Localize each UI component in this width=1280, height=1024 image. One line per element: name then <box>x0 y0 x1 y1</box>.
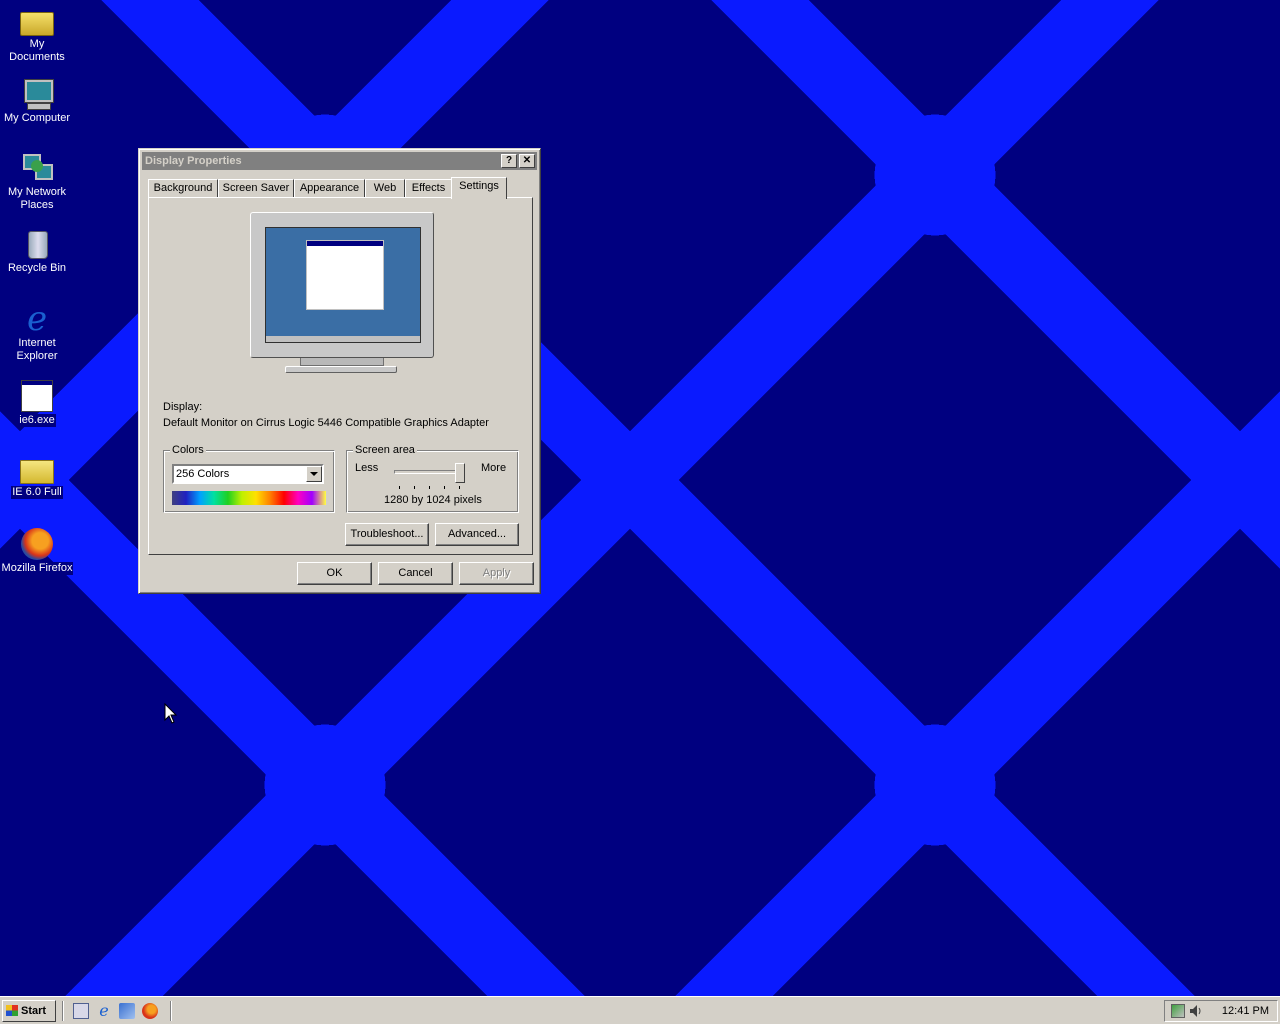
colors-group: Colors 256 Colors <box>163 443 335 513</box>
screen-area-group-label: Screen area <box>353 443 417 457</box>
tab-effects[interactable]: Effects <box>405 179 452 197</box>
start-button[interactable]: Start <box>2 1000 56 1022</box>
desktop-icon-mozilla-firefox[interactable]: Mozilla Firefox <box>0 528 74 575</box>
desktop-icon-my-computer[interactable]: My Computer <box>0 78 74 125</box>
desktop-icon-label: My Documents <box>0 38 74 64</box>
my-computer-icon <box>21 78 53 110</box>
tab-background[interactable]: Background <box>148 179 218 197</box>
desktop-icon-label: IE 6.0 Full <box>11 486 63 499</box>
taskbar-separator <box>62 1001 64 1021</box>
desktop-icon-label: My Network Places <box>6 186 68 212</box>
system-tray: 12:41 PM <box>1164 1000 1278 1022</box>
slider-less-label: Less <box>355 462 379 474</box>
tab-label: Background <box>153 182 213 194</box>
desktop-icon-my-documents[interactable]: My Documents <box>0 4 74 64</box>
display-properties-window: Display Properties ? ✕ Background Screen… <box>138 148 541 594</box>
mouse-cursor-icon <box>164 703 178 724</box>
tab-settings[interactable]: Settings <box>451 177 507 199</box>
desktop-icon-internet-explorer[interactable]: e Internet Explorer <box>0 299 74 363</box>
monitor-neck <box>300 358 384 366</box>
taskbar-separator <box>170 1001 172 1021</box>
outlook-express-icon[interactable] <box>119 1003 135 1019</box>
display-adapter-text: Default Monitor on Cirrus Logic 5446 Com… <box>163 417 489 429</box>
help-button[interactable]: ? <box>501 154 517 168</box>
settings-panel: Display: Default Monitor on Cirrus Logic… <box>148 197 533 555</box>
title-bar[interactable]: Display Properties ? ✕ <box>142 152 537 170</box>
desktop-icon-ie6-full[interactable]: IE 6.0 Full <box>0 452 74 499</box>
preview-window <box>306 240 384 310</box>
slider-ticks <box>399 486 463 489</box>
desktop-icon-label: ie6.exe <box>18 414 56 427</box>
tab-label: Effects <box>411 182 446 194</box>
exe-file-icon <box>21 380 53 412</box>
display-label: Display: <box>163 401 203 413</box>
monitor-preview <box>250 212 434 358</box>
apply-button[interactable]: Apply <box>459 562 534 585</box>
show-desktop-icon[interactable] <box>73 1003 89 1019</box>
my-documents-icon <box>20 12 54 36</box>
cancel-button[interactable]: Cancel <box>378 562 453 585</box>
help-icon: ? <box>505 155 513 166</box>
desktop-icon-label: Internet Explorer <box>15 337 59 363</box>
troubleshoot-button[interactable]: Troubleshoot... <box>345 523 429 546</box>
tab-label: Settings <box>459 180 499 192</box>
screen-resolution-text: 1280 by 1024 pixels <box>384 494 482 506</box>
slider-more-label: More <box>481 462 507 474</box>
folder-icon <box>20 460 54 484</box>
preview-taskbar <box>266 336 420 342</box>
tab-web[interactable]: Web <box>365 179 405 197</box>
desktop-icon-ie6-exe[interactable]: ie6.exe <box>0 380 74 427</box>
close-button[interactable]: ✕ <box>519 154 535 168</box>
start-label: Start <box>21 1005 47 1017</box>
advanced-button[interactable]: Advanced... <box>435 523 519 546</box>
recycle-bin-icon <box>21 228 53 260</box>
monitor-preview-screen <box>265 227 421 343</box>
monitor-stand <box>285 366 397 373</box>
colors-group-label: Colors <box>170 443 206 457</box>
colors-dropdown-value: 256 Colors <box>176 468 230 480</box>
volume-icon[interactable] <box>1189 1004 1203 1018</box>
tab-screen-saver[interactable]: Screen Saver <box>218 179 294 197</box>
desktop-icon-my-network-places[interactable]: My Network Places <box>0 152 74 212</box>
colors-dropdown[interactable]: 256 Colors <box>172 464 324 484</box>
firefox-icon <box>21 528 53 560</box>
internet-explorer-icon: e <box>26 299 48 339</box>
taskbar: Start e 12:41 PM <box>0 996 1280 1024</box>
firefox-icon[interactable] <box>142 1003 158 1019</box>
screen-area-group: Screen area Less More 1280 by 1024 pixel… <box>346 443 519 513</box>
tab-label: Appearance <box>299 182 360 194</box>
chevron-down-icon[interactable] <box>306 466 322 482</box>
network-icon[interactable] <box>1171 1004 1185 1018</box>
desktop-icon-label: Recycle Bin <box>6 262 68 275</box>
close-icon: ✕ <box>522 155 532 166</box>
tab-label: Web <box>373 182 397 194</box>
ok-button[interactable]: OK <box>297 562 372 585</box>
windows-logo-icon <box>6 1005 18 1016</box>
clock[interactable]: 12:41 PM <box>1222 1001 1269 1021</box>
window-title: Display Properties <box>145 155 242 167</box>
tab-appearance[interactable]: Appearance <box>294 179 365 197</box>
desktop-icon-label: Mozilla Firefox <box>0 562 74 575</box>
screen-area-slider-track[interactable] <box>394 470 464 474</box>
desktop-icon-recycle-bin[interactable]: Recycle Bin <box>0 228 74 275</box>
tab-label: Screen Saver <box>222 182 290 194</box>
my-network-places-icon <box>21 152 53 184</box>
screen-area-slider-thumb[interactable] <box>455 463 465 483</box>
color-spectrum-bar <box>172 491 326 505</box>
internet-explorer-icon[interactable]: e <box>96 1003 112 1019</box>
desktop-icon-label: My Computer <box>2 112 72 125</box>
